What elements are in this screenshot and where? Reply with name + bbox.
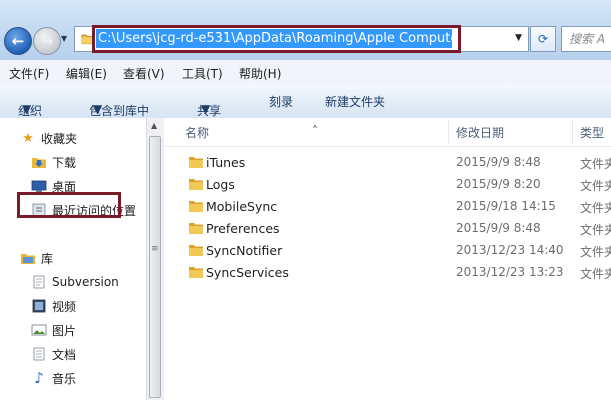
- nav-downloads-label: 下载: [52, 155, 77, 170]
- column-name[interactable]: 名称: [185, 124, 209, 141]
- nav-pictures-label: 图片: [52, 323, 77, 338]
- folder-icon: [189, 267, 203, 278]
- nav-pictures[interactable]: 图片: [31, 321, 76, 339]
- recent-pages-dropdown-icon[interactable]: ▼: [61, 34, 67, 43]
- video-icon: [31, 298, 47, 314]
- chevron-down-icon: ▼: [93, 102, 103, 116]
- folder-icon: [189, 157, 203, 168]
- file-type: 文件夹: [580, 201, 611, 215]
- navigation-scrollbar[interactable]: ▲ ≡: [146, 118, 164, 400]
- download-folder-icon: [31, 154, 47, 170]
- folder-icon: [189, 179, 203, 190]
- menu-edit[interactable]: 编辑(E): [66, 65, 107, 82]
- search-input[interactable]: 搜索 A: [561, 26, 611, 52]
- document-icon: [31, 346, 47, 362]
- file-date: 2015/9/9 8:20: [456, 177, 541, 191]
- arrow-right-icon: →: [40, 32, 54, 50]
- mobilesync-highlight-box: [17, 192, 121, 218]
- column-date[interactable]: 修改日期: [456, 124, 504, 141]
- menu-tools[interactable]: 工具(T): [182, 65, 223, 82]
- menu-help[interactable]: 帮助(H): [239, 65, 281, 82]
- new-folder-button[interactable]: 新建文件夹: [325, 93, 385, 110]
- file-type: 文件夹: [580, 223, 611, 237]
- address-dropdown-icon[interactable]: ▼: [515, 33, 522, 43]
- nav-subversion[interactable]: Subversion: [31, 273, 119, 291]
- command-bar: 组织 ▼ 包含到库中 ▼ 共享 ▼ 刻录 新建文件夹: [0, 84, 611, 119]
- chevron-down-icon: ▼: [22, 102, 32, 116]
- file-type: 文件夹: [580, 267, 611, 281]
- file-date: 2015/9/9 8:48: [456, 155, 541, 169]
- table-row[interactable]: iTunes 2015/9/9 8:48 文件夹: [164, 151, 611, 173]
- file-date: 2015/9/18 14:15: [456, 199, 556, 213]
- nav-favorites[interactable]: ★ 收藏夹: [20, 129, 77, 147]
- file-name: SyncNotifier: [206, 243, 283, 258]
- file-date: 2013/12/23 14:40: [456, 243, 564, 257]
- column-header-row: ˄ 名称 修改日期 类型: [164, 118, 611, 147]
- column-divider[interactable]: [572, 120, 573, 144]
- scrollbar-thumb[interactable]: [149, 136, 161, 398]
- column-type[interactable]: 类型: [580, 124, 604, 141]
- sort-ascending-icon: ˄: [312, 124, 318, 138]
- nav-libraries-label: 库: [41, 251, 54, 266]
- nav-documents-label: 文档: [52, 347, 77, 362]
- file-list: ˄ 名称 修改日期 类型 iTunes 2015/9/9 8:48 文件夹 Lo…: [164, 118, 611, 400]
- address-highlight-box: [92, 25, 461, 53]
- table-row[interactable]: SyncServices 2013/12/23 13:23 文件夹: [164, 261, 611, 283]
- forward-button[interactable]: →: [33, 27, 61, 55]
- folder-icon: [189, 223, 203, 234]
- library-icon: [20, 250, 36, 266]
- nav-favorites-label: 收藏夹: [41, 131, 78, 146]
- nav-videos[interactable]: 视频: [31, 297, 76, 315]
- nav-music[interactable]: ♪ 音乐: [31, 369, 76, 387]
- nav-subversion-label: Subversion: [52, 275, 119, 289]
- folder-icon: [189, 201, 203, 212]
- address-field[interactable]: C:\Users\jcg-rd-e531\AppData\Roaming\App…: [74, 25, 529, 53]
- grip-icon: ≡: [151, 244, 159, 254]
- nav-videos-label: 视频: [52, 299, 77, 314]
- column-divider[interactable]: [448, 120, 449, 144]
- menu-file[interactable]: 文件(F): [9, 65, 49, 82]
- file-type: 文件夹: [580, 179, 611, 193]
- file-name: Preferences: [206, 221, 280, 236]
- picture-icon: [31, 322, 47, 338]
- refresh-icon: ⟳: [537, 32, 549, 46]
- file-name: Logs: [206, 177, 235, 192]
- file-name: iTunes: [206, 155, 246, 170]
- address-bar-region: ← → ▼ C:\Users\jcg-rd-e531\AppData\Roami…: [0, 0, 611, 60]
- arrow-left-icon: ←: [11, 32, 25, 50]
- file-date: 2015/9/9 8:48: [456, 221, 541, 235]
- table-row[interactable]: Preferences 2015/9/9 8:48 文件夹: [164, 217, 611, 239]
- refresh-button[interactable]: ⟳: [530, 26, 556, 52]
- file-name: MobileSync: [206, 199, 278, 214]
- menu-bar: 文件(F) 编辑(E) 查看(V) 工具(T) 帮助(H): [0, 60, 611, 85]
- nav-music-label: 音乐: [52, 371, 77, 386]
- table-row[interactable]: MobileSync 2015/9/18 14:15 文件夹: [164, 195, 611, 217]
- document-library-icon: [31, 274, 47, 290]
- file-type: 文件夹: [580, 157, 611, 171]
- nav-documents[interactable]: 文档: [31, 345, 76, 363]
- star-icon: ★: [22, 130, 34, 146]
- file-name: SyncServices: [206, 265, 289, 280]
- file-type: 文件夹: [580, 245, 611, 259]
- file-date: 2013/12/23 13:23: [456, 265, 564, 279]
- table-row[interactable]: SyncNotifier 2013/12/23 14:40 文件夹: [164, 239, 611, 261]
- navigation-pane: ★ 收藏夹 下载 桌面 最近访问的位置 库 Subversion 视频 图片 文…: [0, 118, 164, 400]
- menu-view[interactable]: 查看(V): [123, 65, 165, 82]
- folder-icon: [189, 245, 203, 256]
- chevron-down-icon: ▼: [201, 102, 211, 116]
- scroll-up-icon[interactable]: ▲: [151, 121, 157, 130]
- nav-libraries[interactable]: 库: [20, 249, 53, 267]
- back-button[interactable]: ←: [4, 27, 32, 55]
- nav-downloads[interactable]: 下载: [31, 153, 76, 171]
- table-row[interactable]: Logs 2015/9/9 8:20 文件夹: [164, 173, 611, 195]
- burn-button[interactable]: 刻录: [269, 93, 293, 110]
- music-note-icon: ♪: [34, 369, 44, 387]
